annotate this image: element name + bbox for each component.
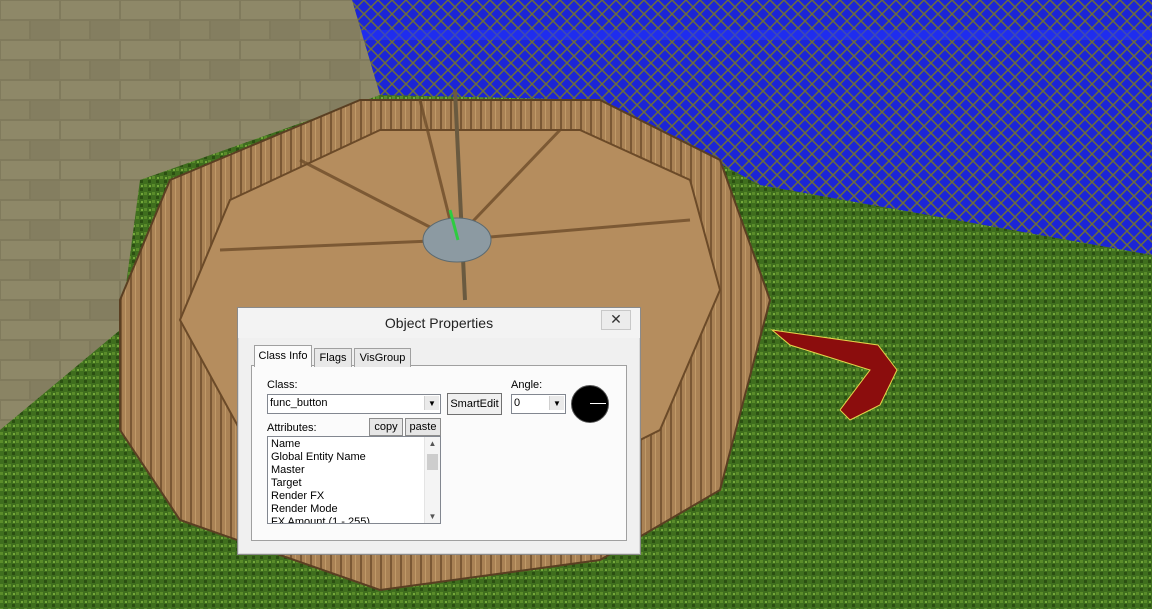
tab-visgroup[interactable]: VisGroup [354, 348, 411, 367]
tab-class-info[interactable]: Class Info [254, 345, 312, 367]
chevron-down-icon: ▼ [549, 396, 564, 410]
class-label: Class: [267, 379, 298, 391]
angle-dial-icon[interactable] [571, 385, 609, 423]
tab-flags[interactable]: Flags [314, 348, 352, 367]
class-value: func_button [270, 397, 328, 409]
list-item[interactable]: Render FX [271, 490, 421, 503]
dialog-title: Object Properties [384, 315, 494, 331]
close-icon: ✕ [610, 311, 622, 327]
angle-value: 0 [514, 397, 521, 409]
angle-dial-needle [590, 403, 606, 404]
class-select[interactable]: func_button ▼ [267, 394, 441, 414]
list-item[interactable]: Target [271, 477, 421, 490]
title-bar[interactable]: Object Properties ✕ [238, 308, 640, 338]
angle-label: Angle: [511, 379, 543, 391]
scroll-up-icon[interactable]: ▲ [425, 437, 440, 450]
paste-button[interactable]: paste [405, 418, 441, 436]
list-item[interactable]: Master [271, 464, 421, 477]
copy-button[interactable]: copy [369, 418, 403, 436]
chevron-down-icon: ▼ [424, 396, 439, 410]
angle-select[interactable]: 0 ▼ [511, 394, 566, 414]
smartedit-button[interactable]: SmartEdit [447, 393, 502, 415]
list-item[interactable]: Name [271, 438, 421, 451]
list-item[interactable]: Global Entity Name [271, 451, 421, 464]
scroll-down-icon[interactable]: ▼ [425, 510, 440, 523]
attributes-list[interactable]: Name Global Entity Name Master Target Re… [267, 436, 441, 524]
scroll-thumb[interactable] [427, 454, 438, 470]
list-item[interactable]: Render Mode [271, 503, 421, 516]
list-item[interactable]: FX Amount (1 - 255) [271, 516, 421, 523]
attributes-scrollbar[interactable]: ▲ ▼ [424, 437, 440, 523]
close-button[interactable]: ✕ [601, 310, 631, 330]
object-properties-dialog: Object Properties ✕ Class Info Flags Vis… [237, 307, 641, 555]
attributes-label: Attributes: [267, 422, 317, 434]
